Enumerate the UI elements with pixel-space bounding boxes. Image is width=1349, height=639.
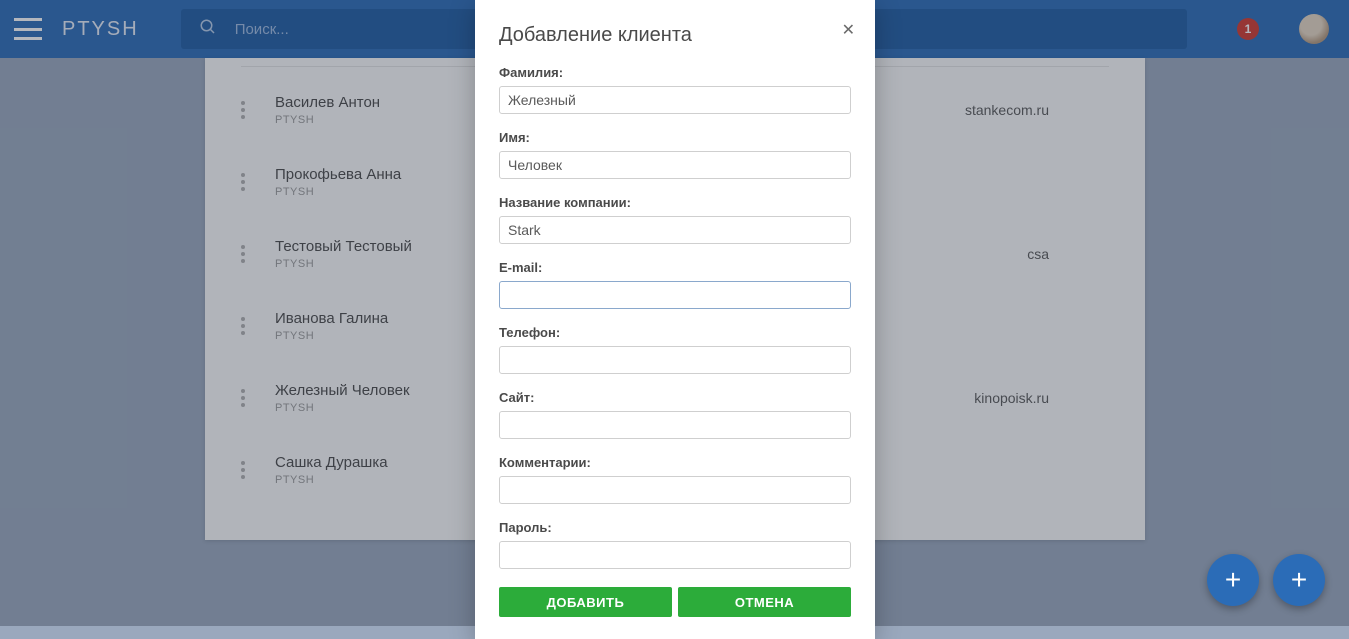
label-phone: Телефон:: [499, 325, 851, 340]
close-icon[interactable]: ✕: [842, 20, 855, 40]
email-field[interactable]: [499, 281, 851, 309]
comments-field[interactable]: [499, 476, 851, 504]
site-field[interactable]: [499, 411, 851, 439]
phone-field[interactable]: [499, 346, 851, 374]
plus-icon: +: [1225, 564, 1241, 596]
fab-primary[interactable]: +: [1273, 554, 1325, 606]
fab-secondary[interactable]: +: [1207, 554, 1259, 606]
company-field[interactable]: [499, 216, 851, 244]
label-comments: Комментарии:: [499, 455, 851, 470]
add-client-modal: ✕ Добавление клиента Фамилия: Имя: Назва…: [475, 0, 875, 639]
add-button[interactable]: ДОБАВИТЬ: [499, 587, 672, 617]
cancel-button[interactable]: ОТМЕНА: [678, 587, 851, 617]
password-field[interactable]: [499, 541, 851, 569]
modal-title: Добавление клиента: [499, 24, 851, 47]
lastname-field[interactable]: [499, 86, 851, 114]
plus-icon: +: [1291, 564, 1307, 596]
label-company: Название компании:: [499, 195, 851, 210]
label-password: Пароль:: [499, 520, 851, 535]
label-lastname: Фамилия:: [499, 65, 851, 80]
label-email: E-mail:: [499, 260, 851, 275]
label-site: Сайт:: [499, 390, 851, 405]
firstname-field[interactable]: [499, 151, 851, 179]
label-firstname: Имя:: [499, 130, 851, 145]
